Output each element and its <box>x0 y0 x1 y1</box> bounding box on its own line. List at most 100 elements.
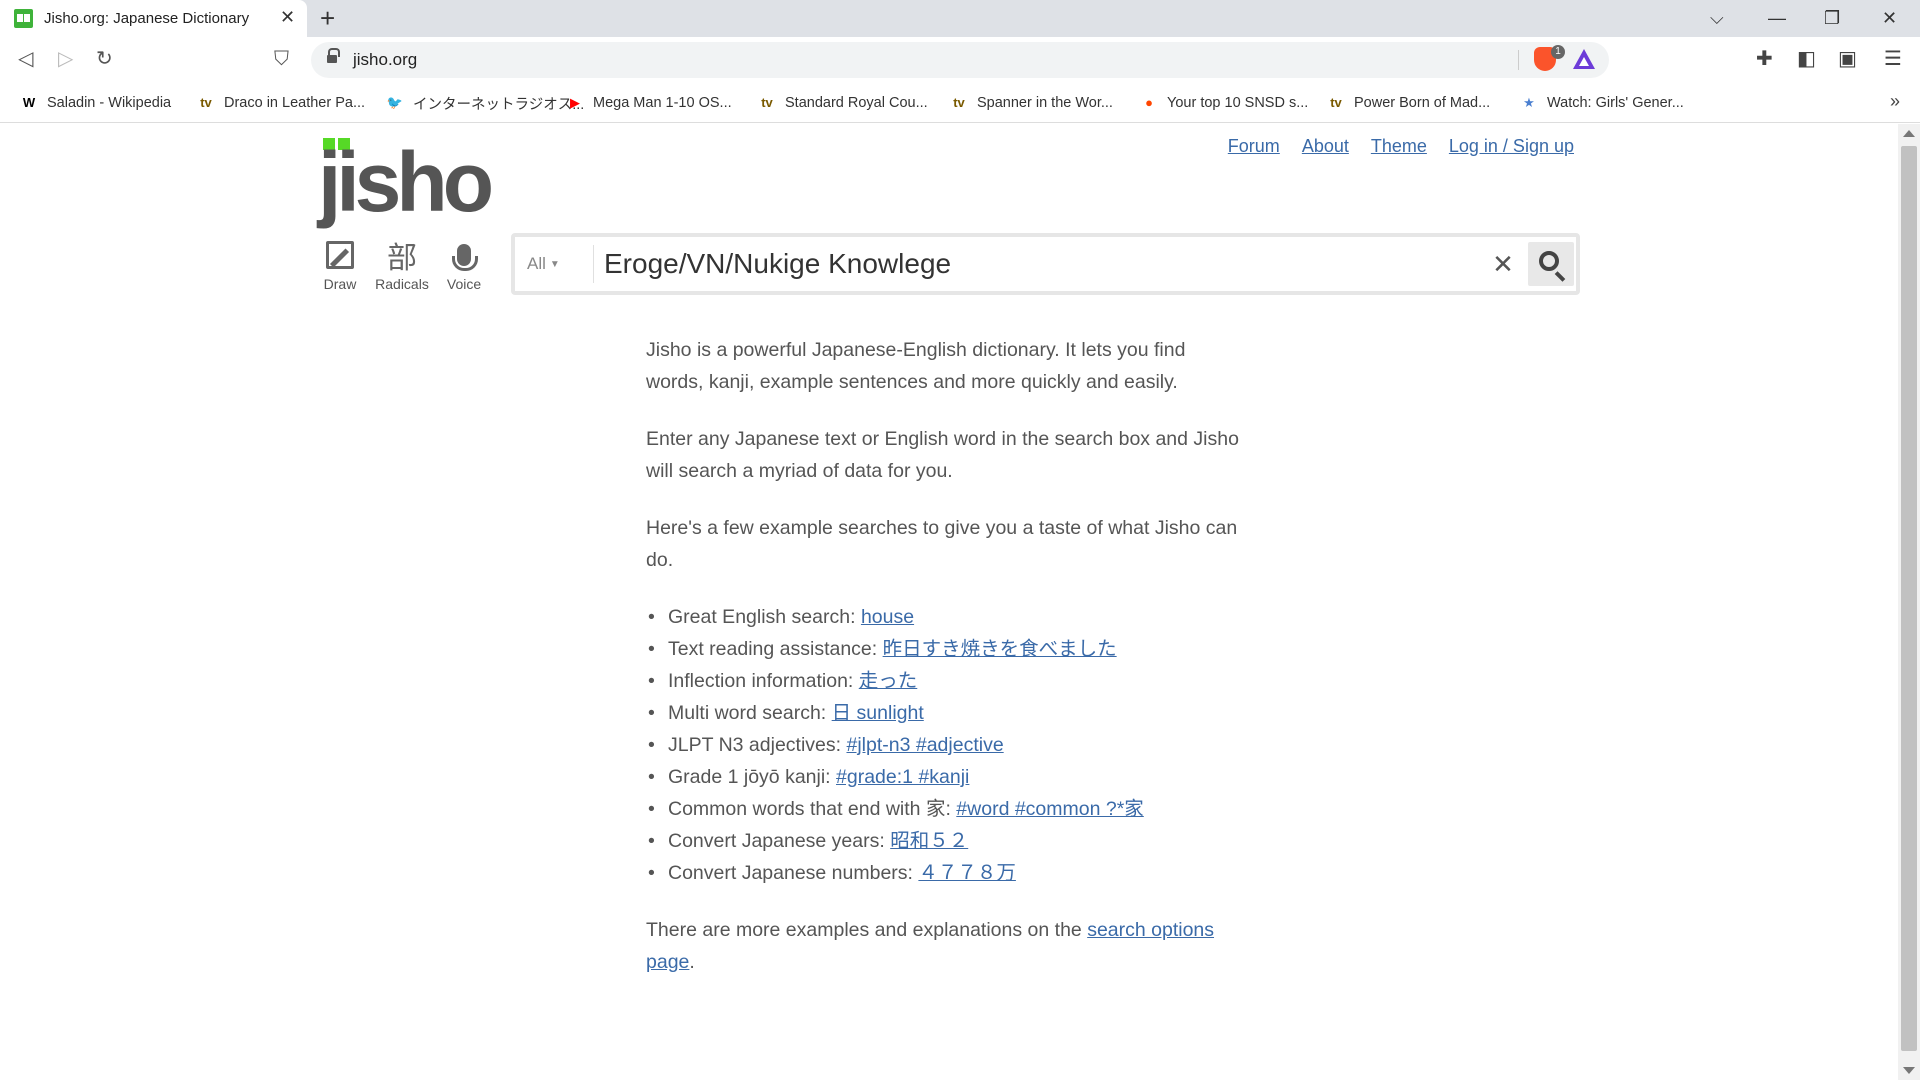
intro-paragraph: Jisho is a powerful Japanese-English dic… <box>646 339 1186 393</box>
bookmark-label: Draco in Leather Pa... <box>224 95 366 111</box>
example-item: Convert Japanese years: 昭和５２ <box>646 825 1246 857</box>
draw-button[interactable]: Draw <box>309 236 371 292</box>
shields-count-badge: 1 <box>1551 45 1565 59</box>
example-item: Inflection information: 走った <box>646 665 1246 697</box>
lock-icon[interactable] <box>327 48 340 65</box>
scroll-thumb[interactable] <box>1901 146 1917 1051</box>
jisho-page: jisho Forum About Theme Log in / Sign up… <box>0 124 1898 1080</box>
microphone-icon <box>452 244 478 271</box>
about-link[interactable]: About <box>1302 136 1349 157</box>
tvtropes-icon: tv <box>200 95 212 110</box>
tab-search-icon[interactable]: ⌵ <box>1710 6 1724 30</box>
tvtropes-icon: tv <box>761 95 773 110</box>
jisho-favicon-icon <box>14 9 33 28</box>
example-link[interactable]: 走った <box>859 670 918 692</box>
brave-rewards-icon[interactable] <box>1573 49 1595 69</box>
bookmark-label: Standard Royal Cou... <box>785 95 928 111</box>
reload-icon[interactable]: ↻ <box>96 47 113 71</box>
bookmark-item[interactable]: ★ Watch: Girls' Gener... <box>1520 91 1684 115</box>
example-list: Great English search: house Text reading … <box>646 601 1246 889</box>
example-link[interactable]: #jlpt-n3 #adjective <box>846 734 1003 756</box>
example-item: Convert Japanese numbers: ４７７８万 <box>646 857 1246 889</box>
close-window-button[interactable]: ✕ <box>1882 6 1897 30</box>
wikipedia-icon: W <box>22 95 36 110</box>
example-link[interactable]: #word #common ?*家 <box>956 798 1144 820</box>
search-button[interactable] <box>1528 242 1574 286</box>
voice-button[interactable]: Voice <box>433 236 495 292</box>
scroll-up-icon[interactable] <box>1903 130 1915 137</box>
menu-icon[interactable]: ☰ <box>1884 46 1902 72</box>
draw-icon <box>326 241 354 269</box>
example-link[interactable]: 日 sunlight <box>832 702 924 724</box>
address-bar[interactable]: jisho.org 1 <box>311 42 1609 78</box>
bookmarks-overflow-icon[interactable]: » <box>1890 91 1900 112</box>
example-label: Common words that end with 家: <box>668 798 957 820</box>
clear-search-icon[interactable]: ✕ <box>1483 244 1523 284</box>
wallet-icon[interactable]: ▣ <box>1838 46 1857 72</box>
bookmark-item[interactable]: tv Draco in Leather Pa... <box>197 91 365 115</box>
jisho-logo[interactable]: jisho <box>318 135 494 229</box>
radicals-button[interactable]: 部 Radicals <box>371 236 433 292</box>
tab-title: Jisho.org: Japanese Dictionary <box>44 10 250 27</box>
bookmark-item[interactable]: ● Your top 10 SNSD s... <box>1140 91 1308 115</box>
search-category-value: All <box>527 254 546 273</box>
scrollbar[interactable] <box>1898 124 1920 1080</box>
example-link[interactable]: 昭和５２ <box>890 830 968 852</box>
bookmark-item[interactable]: tv Power Born of Mad... <box>1327 91 1490 115</box>
example-item: JLPT N3 adjectives: #jlpt-n3 #adjective <box>646 729 1246 761</box>
search-icon <box>1539 251 1559 271</box>
minimize-button[interactable]: — <box>1768 6 1786 30</box>
extensions-icon[interactable]: ✚ <box>1756 46 1773 72</box>
new-tab-button[interactable]: + <box>320 3 335 33</box>
example-label: Convert Japanese years: <box>668 830 891 852</box>
restore-button[interactable]: ❐ <box>1824 6 1840 30</box>
forum-link[interactable]: Forum <box>1228 136 1280 157</box>
bookmark-item[interactable]: tv Spanner in the Wor... <box>950 91 1113 115</box>
scroll-down-icon[interactable] <box>1903 1067 1915 1074</box>
example-item: Multi word search: 日 sunlight <box>646 697 1246 729</box>
outro-paragraph: There are more examples and explanations… <box>646 914 1246 978</box>
outro-end: . <box>689 951 695 973</box>
divider <box>593 245 594 283</box>
radicals-label: Radicals <box>375 276 429 292</box>
intro-paragraph: Enter any Japanese text or English word … <box>646 428 1239 482</box>
forward-icon[interactable]: ▷ <box>58 47 73 71</box>
bookmark-label: Mega Man 1-10 OS... <box>593 95 732 111</box>
example-label: JLPT N3 adjectives: <box>668 734 847 756</box>
draw-label: Draw <box>323 276 357 292</box>
dropdown-arrow-icon: ▼ <box>549 259 560 270</box>
search-category-select[interactable]: All ▼ <box>527 254 560 274</box>
theme-link[interactable]: Theme <box>1371 136 1427 157</box>
back-icon[interactable]: ◁ <box>18 47 33 71</box>
url-text[interactable]: jisho.org <box>353 50 417 70</box>
active-tab[interactable]: Jisho.org: Japanese Dictionary ✕ <box>0 0 307 37</box>
tvtropes-icon: tv <box>1330 95 1342 110</box>
tab-close-icon[interactable]: ✕ <box>280 7 295 28</box>
example-link[interactable]: 昨日すき焼きを食べました <box>883 638 1117 660</box>
example-label: Grade 1 jōyō kanji: <box>668 766 837 788</box>
example-label: Inflection information: <box>668 670 859 692</box>
outro-text: There are more examples and explanations… <box>646 919 1088 941</box>
example-label: Text reading assistance: <box>668 638 883 660</box>
bookmark-item[interactable]: W Saladin - Wikipedia <box>20 91 171 115</box>
example-label: Great English search: <box>668 606 861 628</box>
star-icon: ★ <box>1523 95 1535 110</box>
example-link[interactable]: house <box>861 606 914 628</box>
login-signup-link[interactable]: Log in / Sign up <box>1449 136 1574 157</box>
bookmark-icon[interactable]: ⛉ <box>274 47 289 71</box>
youtube-icon: ▶ <box>570 95 580 110</box>
bookmark-item[interactable]: ▶ Mega Man 1-10 OS... <box>566 91 732 115</box>
bookmark-item[interactable]: 🐦 インターネットラジオス... <box>386 91 584 115</box>
search-input[interactable] <box>604 243 1474 285</box>
bookmarks-bar: W Saladin - Wikipedia tv Draco in Leather P… <box>0 83 1920 123</box>
reddit-icon: ● <box>1145 95 1153 110</box>
logo-text: jisho <box>318 135 494 229</box>
example-link[interactable]: ４７７８万 <box>918 862 1016 884</box>
bookmark-item[interactable]: tv Standard Royal Cou... <box>758 91 928 115</box>
tab-strip: Jisho.org: Japanese Dictionary ✕ + ⌵ — ❐… <box>0 0 1920 37</box>
bookmark-label: Watch: Girls' Gener... <box>1547 95 1684 111</box>
sidebar-icon[interactable]: ◧ <box>1797 46 1816 72</box>
example-link[interactable]: #grade:1 #kanji <box>836 766 969 788</box>
intro-paragraph: Here's a few example searches to give yo… <box>646 517 1238 571</box>
example-item: Great English search: house <box>646 601 1246 633</box>
